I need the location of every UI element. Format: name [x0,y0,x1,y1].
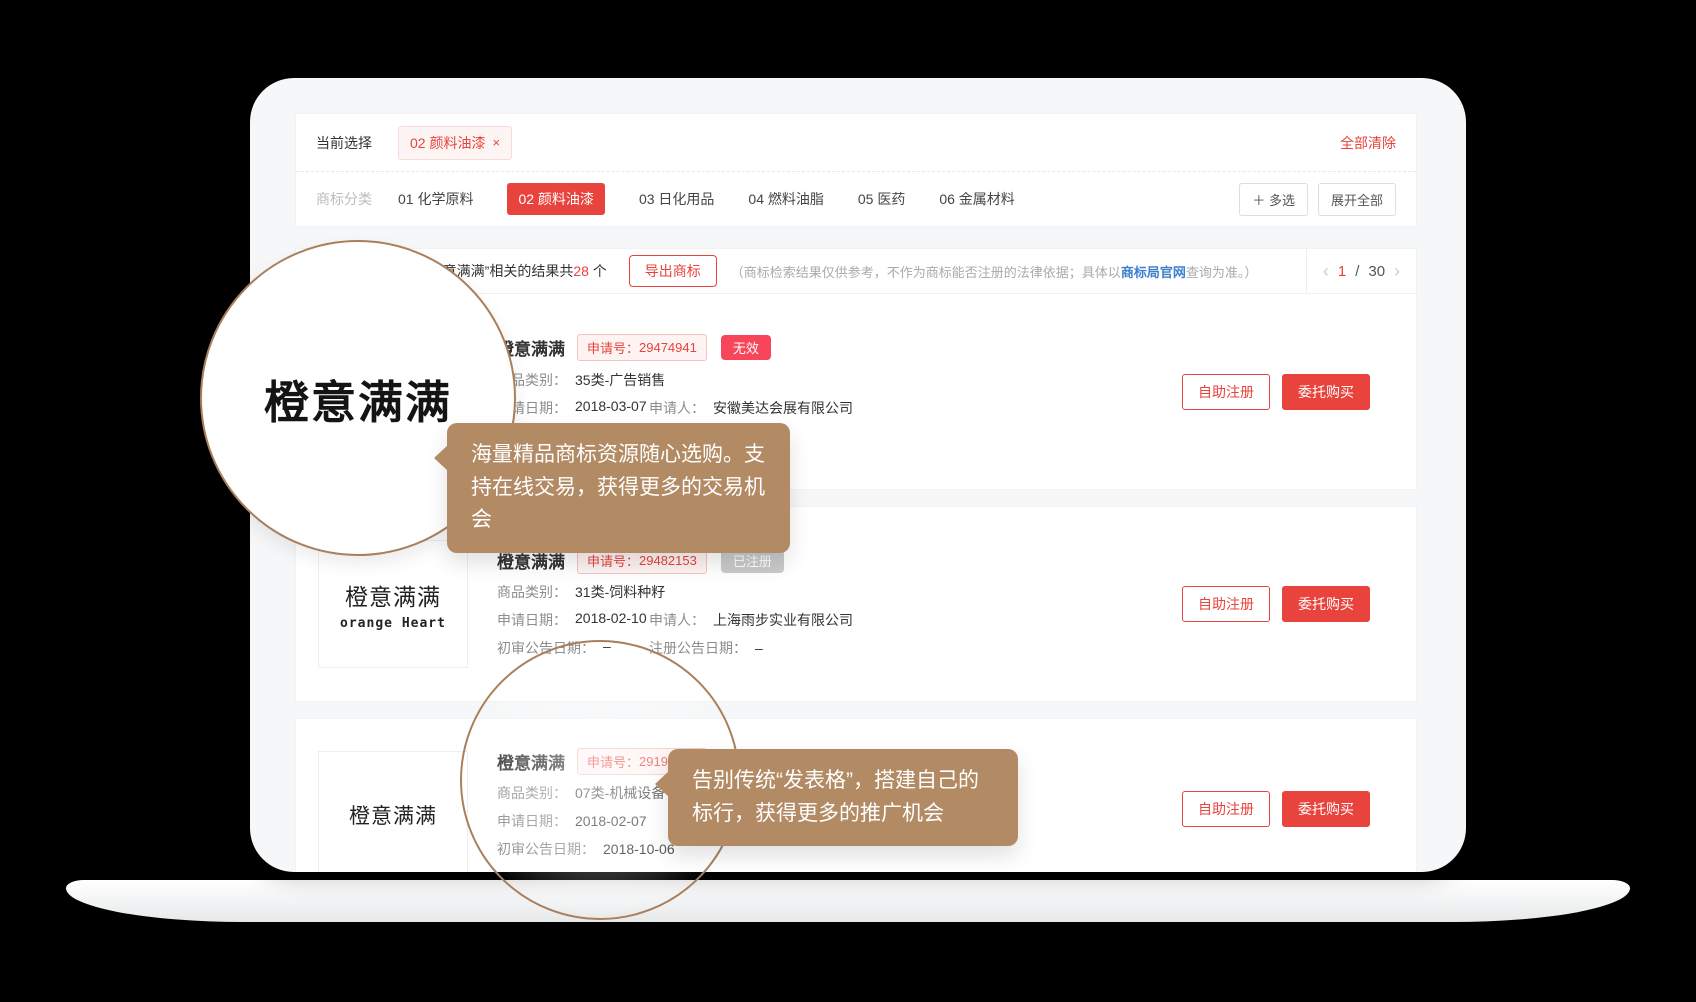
multi-select-button[interactable]: ＋ 多选 [1239,183,1308,216]
trademark-office-link[interactable]: 商标局官网 [1121,265,1186,280]
category-item-02-selected[interactable]: 02 颜料油漆 [507,183,604,215]
clear-all-link[interactable]: 全部清除 [1340,133,1396,153]
tooltip-arrow-left-icon [655,771,669,797]
trademark-latin-name: orange Heart [340,616,446,631]
category-list: 01 化学原料 02 颜料油漆 03 日化用品 04 燃料油脂 05 医药 06… [398,183,1015,215]
promo-tooltip-promotion: 告别传统“发表格”，搭建自己的标行，获得更多的推广机会 [668,749,1018,846]
self-register-button[interactable]: 自助注册 [1182,791,1270,827]
category-item-04[interactable]: 04 燃料油脂 [748,189,823,209]
self-register-button[interactable]: 自助注册 [1182,586,1270,622]
category-item-03[interactable]: 03 日化用品 [639,189,714,209]
laptop-base [66,880,1630,922]
magnified-trademark-text: 橙意满满 [264,366,452,431]
current-selection-row: 当前选择 02 颜料油漆 × 全部清除 [296,114,1416,171]
entrust-purchase-button[interactable]: 委托购买 [1282,791,1370,827]
expand-all-button[interactable]: 展开全部 [1318,183,1396,216]
entrust-purchase-button[interactable]: 委托购买 [1282,374,1370,410]
category-row: 商标分类 01 化学原料 02 颜料油漆 03 日化用品 04 燃料油脂 05 … [296,171,1416,226]
entrust-purchase-button[interactable]: 委托购买 [1282,586,1370,622]
self-register-button[interactable]: 自助注册 [1182,374,1270,410]
application-number-tag: 申请号：29474941 [577,334,707,361]
mockup-stage: 当前选择 02 颜料油漆 × 全部清除 商标分类 01 化学原料 02 颜料油漆… [0,0,1696,1002]
promo-tooltip-trade: 海量精品商标资源随心选购。支持在线交易，获得更多的交易机会 [447,423,790,553]
prev-page-button[interactable]: ‹ [1323,262,1329,280]
export-trademarks-button[interactable]: 导出商标 [629,255,717,287]
next-page-button[interactable]: › [1394,262,1400,280]
category-item-01[interactable]: 01 化学原料 [398,189,473,209]
current-selection-label: 当前选择 [316,133,372,153]
selected-filter-tag-text: 02 颜料油漆 [410,133,485,153]
category-item-05[interactable]: 05 医药 [858,189,905,209]
trademark-thumbnail[interactable]: 橙意满满 orange Heart [318,540,468,668]
total-pages: 30 [1368,263,1385,280]
category-item-06[interactable]: 06 金属材料 [939,189,1014,209]
status-badge-invalid: 无效 [721,335,771,360]
results-disclaimer: （商标检索结果仅供参考，不作为商标能否注册的法律依据；具体以商标局官网查询为准。… [731,262,1258,281]
current-page: 1 [1338,263,1346,280]
trademark-thumbnail[interactable]: 橙意满满 [318,751,468,872]
pagination: ‹ 1 / 30 › [1306,249,1416,293]
tooltip-arrow-left-icon [434,445,448,471]
category-row-label: 商标分类 [316,189,372,209]
remove-tag-icon[interactable]: × [492,135,500,150]
selected-filter-tag[interactable]: 02 颜料油漆 × [398,126,512,160]
results-count: 28 [573,263,589,279]
filter-panel: 当前选择 02 颜料油漆 × 全部清除 商标分类 01 化学原料 02 颜料油漆… [295,113,1417,227]
